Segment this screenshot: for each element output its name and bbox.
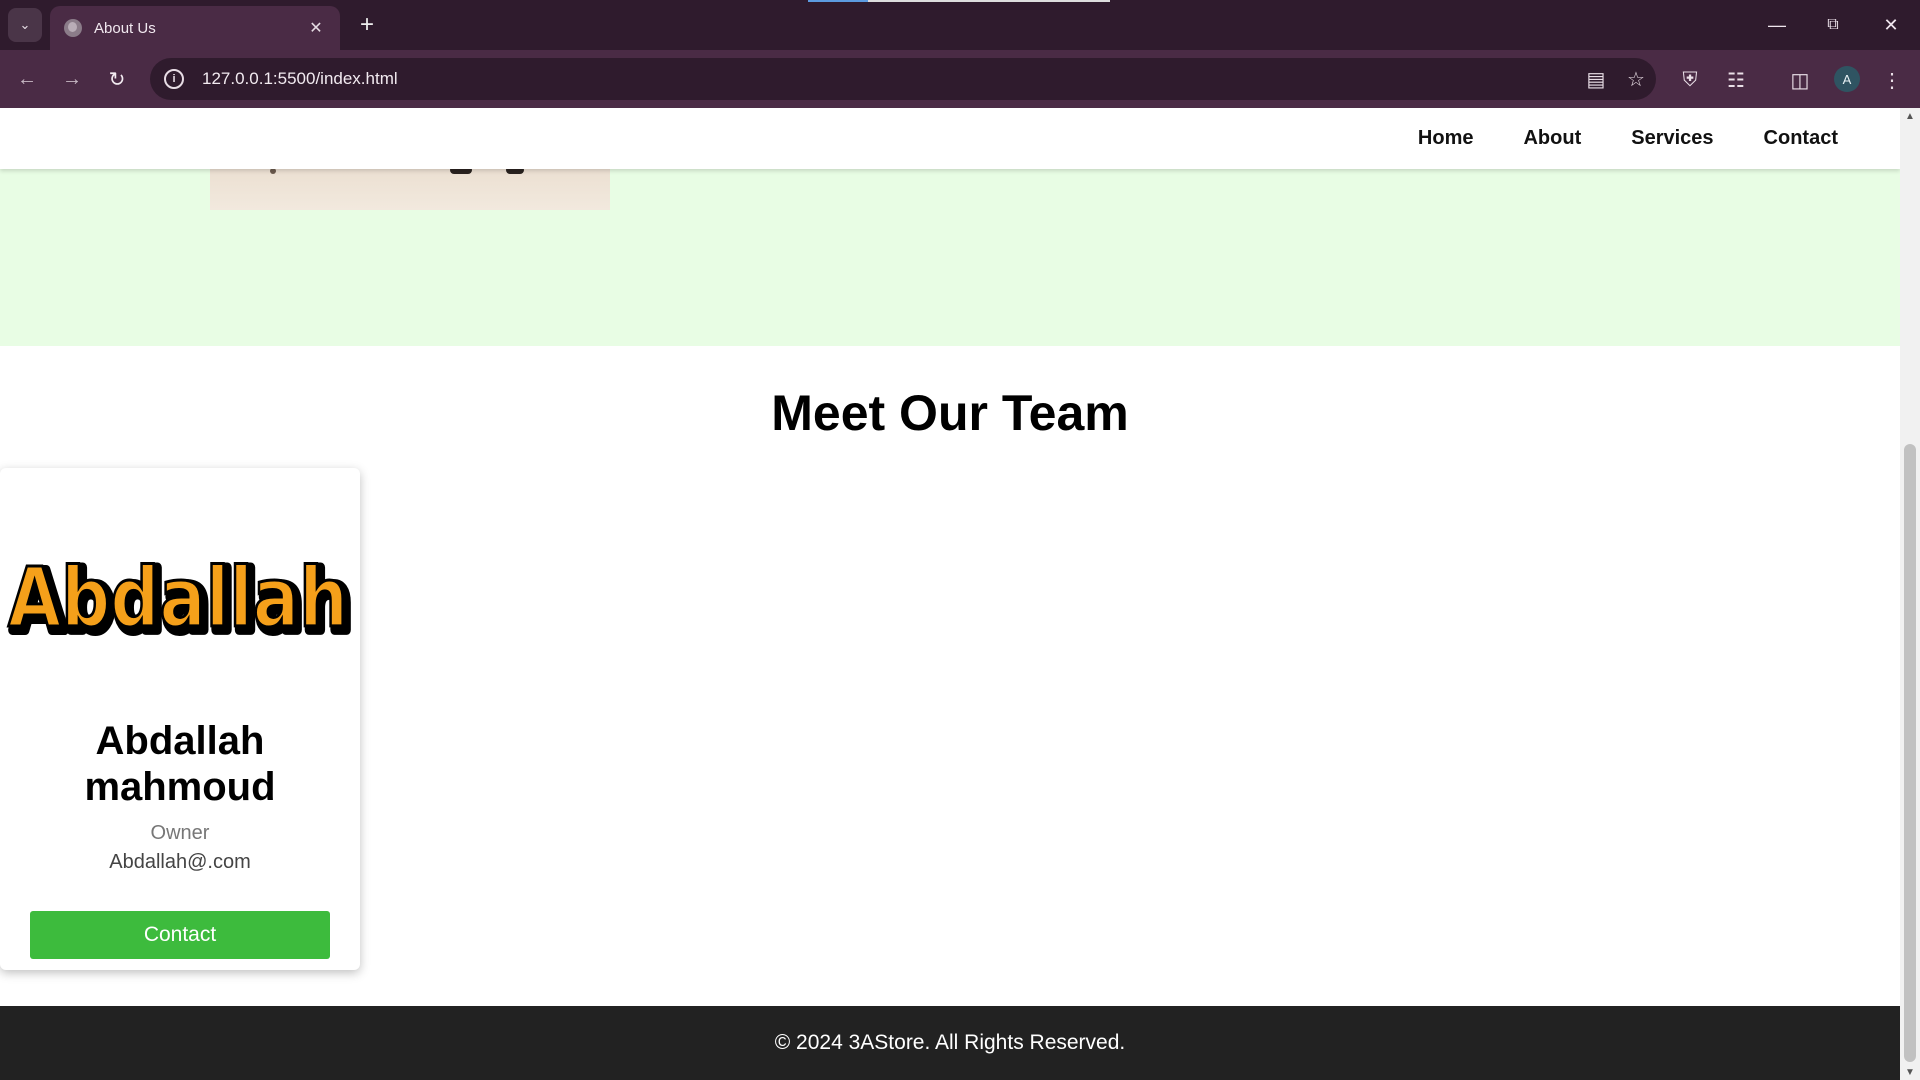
- address-bar[interactable]: i 127.0.0.1:5500/index.html ▤ ☆: [150, 58, 1656, 100]
- scrollbar-thumb[interactable]: [1904, 444, 1916, 1062]
- minimize-icon[interactable]: —: [1752, 8, 1802, 42]
- forward-icon[interactable]: →: [55, 62, 89, 96]
- member-name: Abdallah mahmoud: [84, 719, 276, 809]
- star-icon[interactable]: ☆: [1616, 61, 1656, 97]
- avatar[interactable]: A: [1834, 66, 1860, 92]
- team-heading: Meet Our Team: [771, 385, 1129, 441]
- member-logo: Abdallah Abdallah: [7, 550, 357, 649]
- sidebar-icon[interactable]: ◫: [1782, 62, 1818, 98]
- nav-services[interactable]: Services: [1631, 127, 1713, 150]
- member-email: Abdallah@.com: [109, 851, 251, 873]
- translate-icon[interactable]: ▤: [1576, 61, 1616, 97]
- browser-titlebar: ⌄ About Us ✕ + — ⧉ ✕: [0, 0, 1920, 50]
- page-scrollbar[interactable]: ▲ ▼: [1900, 108, 1920, 1080]
- page-viewport: Home About Services Contact Meet Our Tea…: [0, 108, 1900, 1080]
- reload-icon[interactable]: ↻: [100, 62, 134, 96]
- member-role: Owner: [150, 822, 210, 844]
- globe-icon: [64, 19, 82, 37]
- scroll-down-icon[interactable]: ▼: [1900, 1064, 1920, 1080]
- tab-search-icon[interactable]: ⌄: [8, 8, 42, 42]
- site-navbar: Home About Services Contact: [0, 108, 1900, 169]
- footer-copyright: © 2024 3AStore. All Rights Reserved.: [774, 1031, 1126, 1054]
- close-icon[interactable]: ✕: [306, 18, 326, 38]
- scroll-up-icon[interactable]: ▲: [1900, 108, 1920, 124]
- browser-tab[interactable]: About Us ✕: [50, 6, 340, 50]
- menu-icon[interactable]: ⋮: [1874, 62, 1910, 98]
- back-icon[interactable]: ←: [10, 62, 44, 96]
- info-icon[interactable]: i: [164, 69, 184, 89]
- contact-button[interactable]: Contact: [30, 911, 330, 959]
- restore-icon[interactable]: ⧉: [1808, 8, 1858, 42]
- nav-contact[interactable]: Contact: [1764, 127, 1838, 150]
- window-close-icon[interactable]: ✕: [1866, 8, 1916, 42]
- logo-text: Abdallah: [8, 551, 348, 646]
- tab-title: About Us: [94, 19, 156, 37]
- shield-icon[interactable]: ⛨: [1672, 62, 1708, 98]
- nav-links: Home About Services Contact: [1368, 108, 1838, 169]
- plus-icon[interactable]: +: [352, 10, 382, 40]
- team-member-card: Abdallah Abdallah Abdallah mahmoud Owner…: [0, 468, 360, 970]
- site-footer: © 2024 3AStore. All Rights Reserved.: [0, 1006, 1900, 1080]
- extensions-icon[interactable]: ☷: [1718, 62, 1754, 98]
- page-loading-bar: [808, 0, 1110, 2]
- browser-toolbar: ← → ↻ i 127.0.0.1:5500/index.html ▤ ☆ ⛨ …: [0, 50, 1920, 108]
- nav-home[interactable]: Home: [1418, 127, 1474, 150]
- nav-about[interactable]: About: [1523, 127, 1581, 150]
- url-text[interactable]: 127.0.0.1:5500/index.html: [202, 69, 1576, 89]
